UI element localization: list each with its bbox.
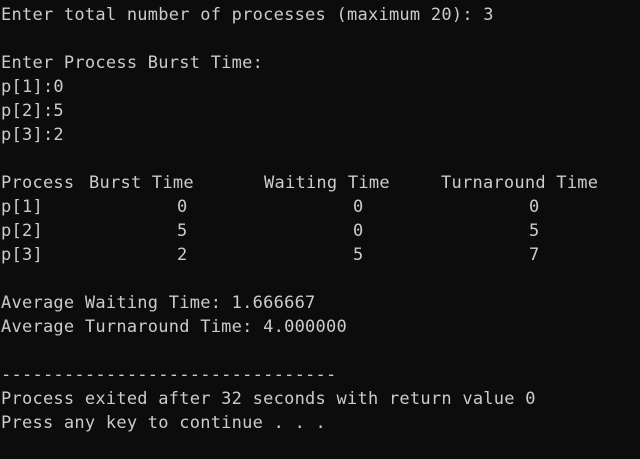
cell-waiting-time: 5	[353, 245, 364, 265]
average-turnaround-time: Average Turnaround Time: 4.000000	[1, 317, 348, 337]
burst-input-line: p[1]:0	[1, 77, 64, 97]
exit-status-message: Process exited after 32 seconds with ret…	[1, 389, 536, 409]
header-process: Process	[1, 173, 75, 193]
cell-burst-time: 2	[177, 245, 188, 265]
cell-waiting-time: 0	[353, 197, 364, 217]
cell-process: p[3]	[1, 245, 43, 265]
cell-turnaround-time: 0	[529, 197, 540, 217]
cell-process: p[2]	[1, 221, 43, 241]
burst-input-line: p[2]:5	[1, 101, 64, 121]
process-count-prompt: Enter total number of processes (maximum…	[1, 5, 494, 25]
continue-prompt: Press any key to continue . . .	[1, 413, 327, 433]
cell-turnaround-time: 5	[529, 221, 540, 241]
table-row: p[3] 2 5 7	[0, 243, 640, 267]
header-waiting-time: Waiting Time	[264, 173, 390, 193]
burst-time-prompt: Enter Process Burst Time:	[1, 53, 264, 73]
table-row: p[2] 5 0 5	[0, 219, 640, 243]
cell-waiting-time: 0	[353, 221, 364, 241]
table-row: p[1] 0 0 0	[0, 195, 640, 219]
header-burst-time: Burst Time	[89, 173, 194, 193]
burst-input-line: p[3]:2	[1, 125, 64, 145]
cell-turnaround-time: 7	[529, 245, 540, 265]
header-turnaround-time: Turnaround Time	[441, 173, 599, 193]
average-waiting-time: Average Waiting Time: 1.666667	[1, 293, 316, 313]
separator-line: --------------------------------	[1, 365, 337, 385]
cell-burst-time: 5	[177, 221, 188, 241]
console-window[interactable]: Enter total number of processes (maximum…	[0, 0, 640, 459]
cell-burst-time: 0	[177, 197, 188, 217]
table-header-row: Process Burst Time Waiting Time Turnarou…	[0, 171, 640, 195]
cell-process: p[1]	[1, 197, 43, 217]
